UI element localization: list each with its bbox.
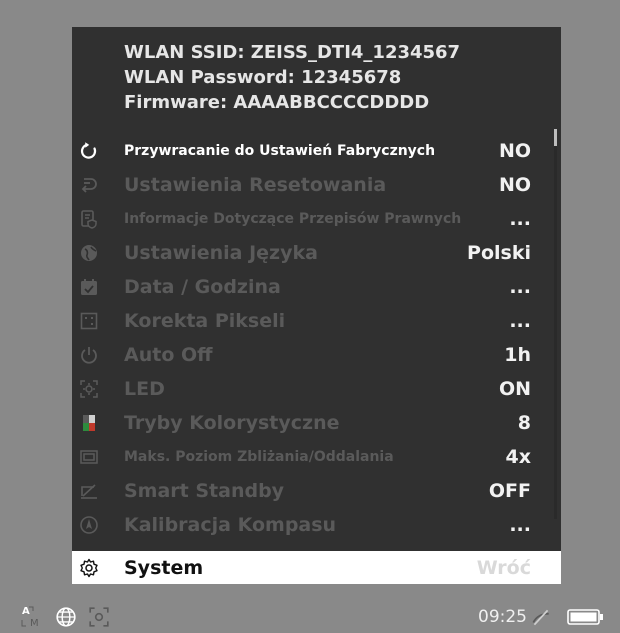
menu-item-value: ... (509, 208, 531, 230)
globe-icon (78, 242, 100, 264)
menu-item-value: 8 (517, 412, 531, 434)
menu-item-compass-calibration[interactable]: Kalibracja Kompasu ... (72, 508, 561, 542)
pixel-grid-icon (78, 310, 100, 332)
wlan-password-text: WLAN Password: 12345678 (124, 67, 402, 88)
menu-item-value: 4x (505, 446, 531, 468)
no-signal-icon (530, 600, 552, 633)
undo-icon (78, 174, 100, 196)
menu-item-label: Przywracanie do Ustawień Fabrycznych (124, 143, 436, 159)
menu-item-label: Data / Godzina (124, 276, 281, 298)
led-status-icon (88, 600, 110, 633)
menu-item-label: Tryby Kolorystyczne (124, 412, 340, 434)
battery-icon (567, 600, 605, 633)
auto-mode-letter-a: A (22, 606, 30, 617)
menu-item-value: ... (509, 514, 531, 536)
wifi-globe-icon (55, 600, 77, 633)
led-icon (78, 378, 100, 400)
menu-item-smart-standby[interactable]: Smart Standby OFF (72, 474, 561, 508)
menu-item-auto-off[interactable]: Auto Off 1h (72, 338, 561, 372)
menu-item-value: Polski (467, 242, 531, 264)
menu-item-reset-settings[interactable]: Ustawienia Resetowania NO (72, 168, 561, 202)
menu-item-label: Auto Off (124, 344, 213, 366)
calendar-icon (78, 276, 100, 298)
wlan-ssid-text: WLAN SSID: ZEISS_DTI4_1234567 (124, 42, 461, 63)
menu-item-pixel-correction[interactable]: Korekta Pikseli ... (72, 304, 561, 338)
gear-icon (78, 557, 100, 579)
time-text: 09:25 (478, 606, 527, 627)
device-info: WLAN SSID: ZEISS_DTI4_1234567 WLAN Passw… (124, 40, 460, 115)
document-shield-icon (78, 208, 100, 230)
settings-panel: WLAN SSID: ZEISS_DTI4_1234567 WLAN Passw… (72, 27, 561, 584)
back-label[interactable]: Wróć (477, 551, 531, 585)
menu-item-label: Ustawienia Resetowania (124, 174, 387, 196)
menu-item-factory-reset[interactable]: Przywracanie do Ustawień Fabrycznych NO (72, 134, 561, 168)
menu-item-value: NO (498, 174, 531, 196)
color-modes-icon (78, 412, 100, 434)
zoom-frame-icon (78, 446, 100, 468)
menu-item-label: Kalibracja Kompasu (124, 514, 337, 536)
menu-item-led[interactable]: LED ON (72, 372, 561, 406)
menu-item-label: Korekta Pikseli (124, 310, 286, 332)
menu-item-value: NO (498, 140, 531, 162)
status-bar: A M 09:25 (0, 600, 620, 633)
power-icon (78, 344, 100, 366)
auto-mode-letter-m: M (30, 618, 39, 629)
menu-item-legal-info[interactable]: Informacje Dotyczące Przepisów Prawnych … (72, 202, 561, 236)
menu-item-label: Smart Standby (124, 480, 285, 502)
standby-icon (78, 480, 100, 502)
compass-icon (78, 514, 100, 536)
menu-item-color-modes[interactable]: Tryby Kolorystyczne 8 (72, 406, 561, 440)
clock: 09:25 (478, 600, 527, 633)
menu-item-label: Maks. Poziom Zbliżania/Oddalania (124, 449, 394, 465)
menu-item-system[interactable]: System Wróć (72, 551, 561, 584)
reset-arrow-icon (78, 140, 100, 162)
menu-item-value: OFF (488, 480, 531, 502)
menu-item-value: ON (498, 378, 531, 400)
firmware-text: Firmware: AAAABBCCCCDDDD (124, 92, 430, 113)
menu-item-label: Ustawienia Języka (124, 242, 318, 264)
menu-item-value: ... (509, 310, 531, 332)
menu-item-value: 1h (504, 344, 531, 366)
menu-item-value: ... (509, 276, 531, 298)
menu-item-label: Informacje Dotyczące Przepisów Prawnych (124, 211, 462, 227)
battery-fill (570, 612, 597, 621)
auto-mode-indicator: A M (20, 600, 46, 633)
menu-item-label: LED (124, 378, 165, 400)
menu-item-label: System (124, 557, 204, 579)
menu-item-language[interactable]: Ustawienia Języka Polski (72, 236, 561, 270)
menu-item-max-zoom[interactable]: Maks. Poziom Zbliżania/Oddalania 4x (72, 440, 561, 474)
menu-item-date-time[interactable]: Data / Godzina ... (72, 270, 561, 304)
